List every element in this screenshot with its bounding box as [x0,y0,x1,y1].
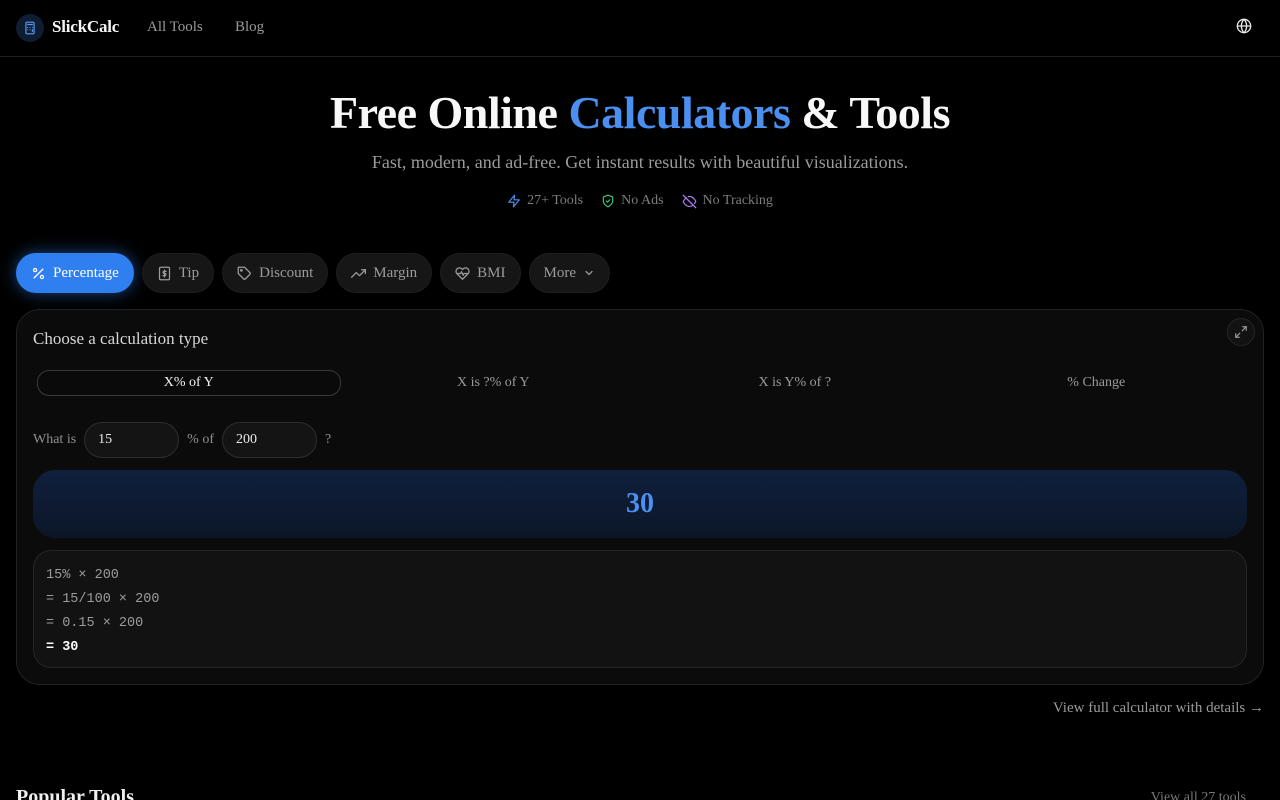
y-value-input[interactable] [221,422,317,458]
result-display: 30 [33,470,1247,538]
tool-tab-label: Margin [373,264,418,281]
view-full-calculator-link[interactable]: View full calculator with details → [1053,700,1264,717]
badge-tools-label: 27+ Tools [527,193,584,208]
hero-title: Free Online Calculators & Tools [0,86,1280,139]
tool-tab-more[interactable]: More [528,253,611,293]
tool-tab-label: Percentage [53,264,119,281]
view-all-tools-link[interactable]: View all 27 tools [1151,790,1246,800]
expand-icon[interactable] [1227,318,1255,346]
calc-type-x-is-y-percent-of[interactable]: X is Y% of ? [644,368,946,398]
top-nav: SlickCalc All Tools Blog [0,0,1280,57]
tool-tab-bmi[interactable]: BMI [440,253,521,293]
feature-badges: 27+ Tools No Ads No Tracking [0,193,1280,209]
calc-type-percent-change[interactable]: % Change [946,368,1248,398]
tool-tab-label: Tip [178,264,200,281]
dollar-receipt-icon [158,266,170,280]
hero-title-accent: Calculators [568,87,791,138]
step-line: = 0.15 × 200 [46,616,144,631]
calc-type-selector: X% of Y X is ?% of Y X is Y% of ? % Chan… [35,368,1247,398]
tool-tab-label: More [543,264,577,281]
badge-no-tracking-label: No Tracking [702,193,773,208]
tool-tab-margin[interactable]: Margin [336,253,433,293]
chevron-down-icon [585,270,593,276]
percent-icon [32,267,45,279]
heart-pulse-icon [455,266,470,280]
tool-tab-percentage[interactable]: Percentage [16,253,134,293]
tool-tab-label: Discount [259,264,314,281]
tag-icon [237,266,251,280]
calculation-steps: 15% × 200 = 15/100 × 200 = 0.15 × 200 = … [33,550,1247,668]
calculator-icon[interactable] [16,14,44,42]
x-value-input[interactable] [84,422,180,458]
tool-tab-tip[interactable]: Tip [141,253,215,293]
hero-subtitle: Fast, modern, and ad-free. Get instant r… [371,152,909,172]
input-row: What is % of ? [33,422,331,458]
prefix-label: What is [33,432,77,447]
calc-type-x-percent-of-y[interactable]: X% of Y [37,370,341,396]
suffix-label: ? [324,432,332,447]
calculator-card: Choose a calculation type X% of Y X is ?… [16,309,1264,685]
badge-no-ads: No Ads [601,193,664,209]
trending-up-icon [351,268,367,278]
popular-tools-heading: Popular Tools [16,786,135,800]
badge-tools: 27+ Tools [507,193,583,209]
step-line: = 15/100 × 200 [46,592,160,607]
step-line: 15% × 200 [46,568,119,583]
badge-no-tracking: No Tracking [682,193,773,209]
badge-no-ads-label: No Ads [621,193,664,208]
tool-tabs: Percentage Tip Discount Margin BMI More [16,253,611,293]
hero-title-start: Free Online [329,87,569,138]
zap-icon [508,194,520,208]
hero-title-end: & Tools [790,87,950,138]
calc-type-x-is-what-percent[interactable]: X is ?% of Y [343,368,645,398]
eye-off-icon [682,194,696,208]
nav-link-blog[interactable]: Blog [235,19,264,36]
nav-link-all-tools[interactable]: All Tools [147,19,203,36]
shield-check-icon [602,194,614,208]
middle-label: % of [187,432,214,447]
tool-tab-discount[interactable]: Discount [222,253,329,293]
brand-name[interactable]: SlickCalc [52,17,119,37]
tool-tab-label: BMI [477,264,506,281]
card-title: Choose a calculation type [33,329,209,348]
step-line-final: = 30 [46,640,79,655]
globe-icon[interactable] [1236,18,1256,38]
